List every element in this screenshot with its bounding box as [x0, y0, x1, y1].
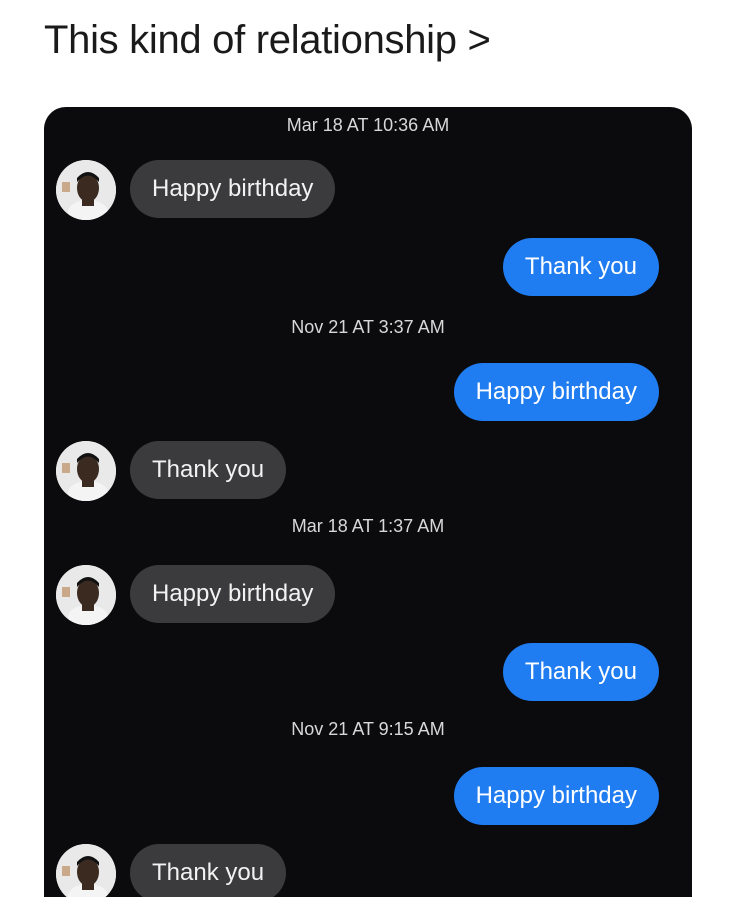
- contact-avatar[interactable]: [56, 441, 116, 501]
- outgoing-message: Happy birthday: [453, 363, 659, 421]
- post-caption: This kind of relationship >: [44, 18, 491, 62]
- person-photo-icon: [56, 844, 116, 897]
- timestamp: Nov 21 AT 3:37 AM: [291, 317, 445, 337]
- person-photo-icon: [56, 160, 116, 220]
- contact-avatar[interactable]: [56, 565, 116, 625]
- person-photo-icon: [56, 565, 116, 625]
- timestamp: Nov 21 AT 9:15 AM: [291, 719, 445, 739]
- timestamp: Mar 18 AT 1:37 AM: [291, 516, 445, 536]
- outgoing-message: Thank you: [502, 643, 659, 701]
- chat-screenshot: Mar 18 AT 10:36 AM Happy birthday Thank …: [44, 107, 692, 897]
- contact-avatar[interactable]: [56, 844, 116, 897]
- outgoing-message: Thank you: [502, 238, 659, 296]
- person-photo-icon: [56, 441, 116, 501]
- incoming-message: Happy birthday: [130, 160, 336, 218]
- incoming-message: Thank you: [130, 844, 287, 897]
- incoming-message: Happy birthday: [130, 565, 336, 623]
- outgoing-message: Happy birthday: [453, 767, 659, 825]
- timestamp: Mar 18 AT 10:36 AM: [286, 115, 450, 135]
- incoming-message: Thank you: [130, 441, 287, 499]
- contact-avatar[interactable]: [56, 160, 116, 220]
